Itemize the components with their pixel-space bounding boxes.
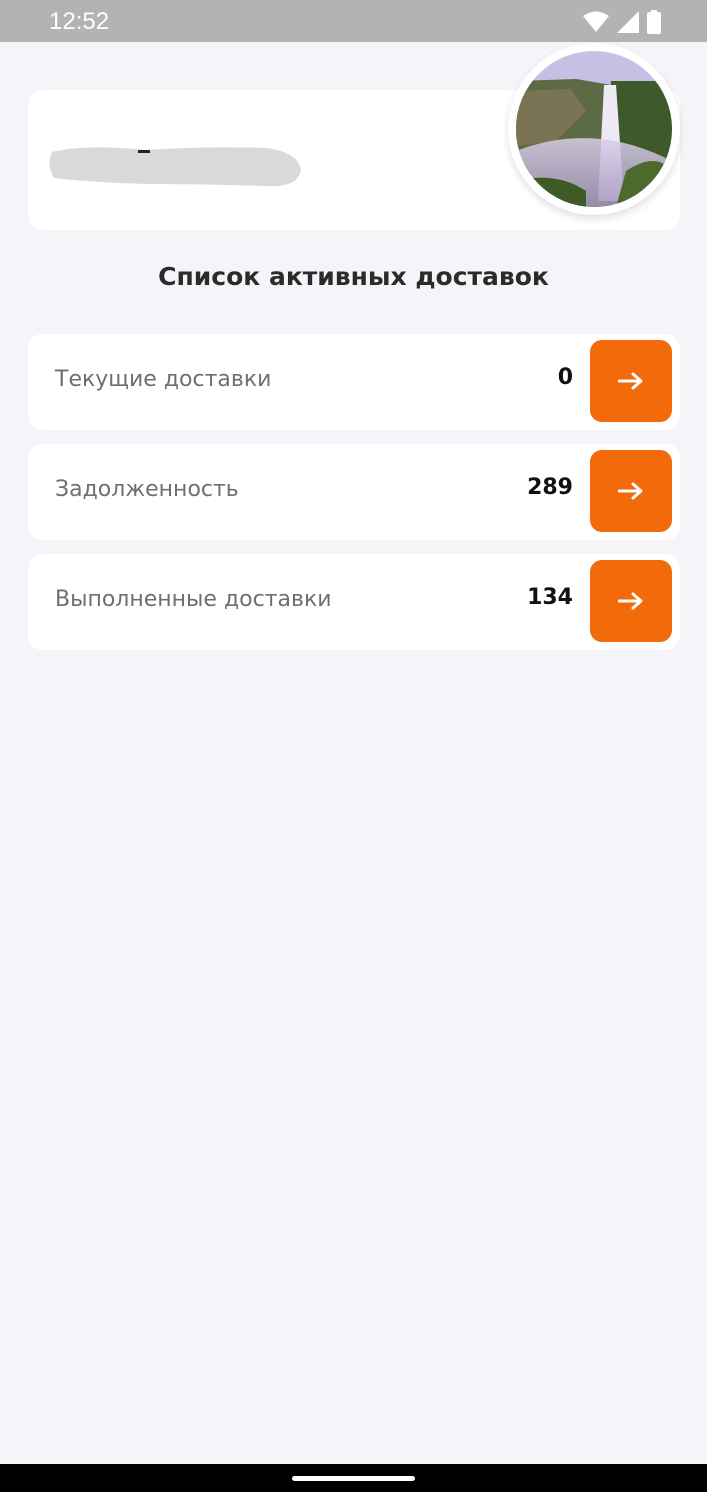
battery-icon (647, 10, 661, 34)
status-icons (583, 10, 661, 34)
arrow-right-icon (618, 592, 643, 610)
open-current-deliveries-button[interactable] (590, 340, 672, 422)
list-item-count: 289 (527, 475, 573, 500)
wifi-icon (583, 11, 609, 33)
arrow-right-icon (618, 372, 643, 390)
list-item-label: Выполненные доставки (55, 587, 332, 612)
list-item-completed-deliveries[interactable]: Выполненные доставки 134 (28, 554, 680, 650)
redacted-name (49, 147, 301, 187)
status-bar: 12:52 (0, 0, 707, 42)
navigation-bar (0, 1464, 707, 1492)
section-title: Список активных доставок (158, 262, 549, 291)
list-item-current-deliveries[interactable]: Текущие доставки 0 (28, 334, 680, 430)
avatar-image (516, 51, 672, 207)
avatar[interactable] (508, 43, 680, 215)
status-time: 12:52 (49, 8, 110, 35)
home-gesture-handle[interactable] (292, 1476, 415, 1481)
list-item-label: Текущие доставки (55, 367, 272, 392)
list-item-debt[interactable]: Задолженность 289 (28, 444, 680, 540)
list-item-count: 134 (527, 585, 573, 610)
list-item-count: 0 (557, 365, 573, 390)
open-completed-deliveries-button[interactable] (590, 560, 672, 642)
list-item-label: Задолженность (55, 477, 239, 502)
open-debt-button[interactable] (590, 450, 672, 532)
arrow-right-icon (618, 482, 643, 500)
cellular-signal-icon (617, 11, 639, 33)
